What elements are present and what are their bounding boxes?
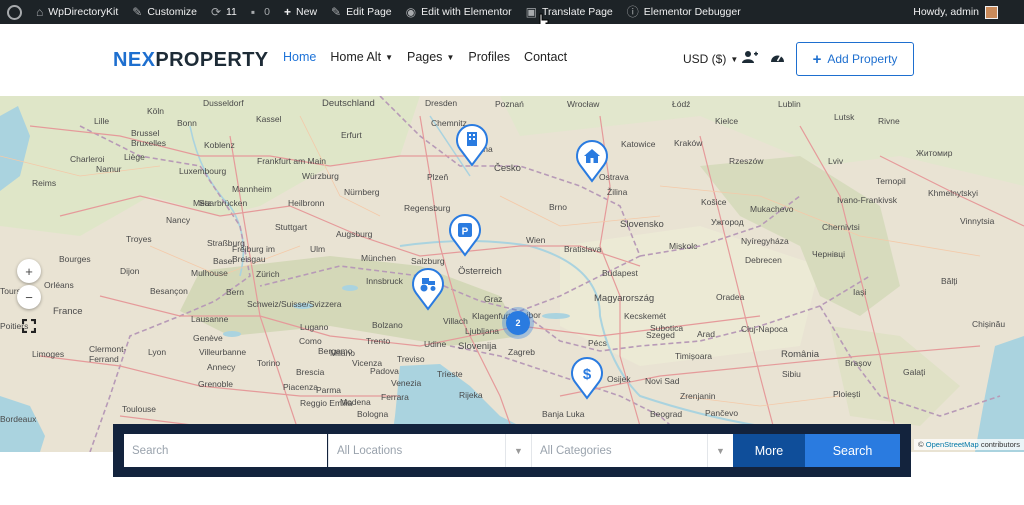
- dollar-icon: $: [583, 366, 592, 383]
- map-pin-building[interactable]: [455, 123, 489, 167]
- plus-icon: +: [812, 50, 822, 68]
- customize-link[interactable]: ✎ Customize: [125, 0, 204, 24]
- add-property-button[interactable]: + Add Property: [796, 42, 914, 76]
- more-filters-button[interactable]: More: [733, 434, 805, 467]
- map-tiles: [0, 96, 1024, 452]
- wp-admin-bar: ⌂ WpDirectoryKit ✎ Customize ⟳ 11 ▪ 0 + New ✎…: [0, 0, 1024, 24]
- search-label: Search: [832, 443, 873, 458]
- wp-logo-menu[interactable]: [0, 0, 29, 24]
- plus-icon: +: [284, 5, 292, 19]
- site-logo[interactable]: NEXPROPERTY: [113, 49, 269, 72]
- translate-page-label: Translate Page: [541, 6, 613, 18]
- home-icon: ⌂: [36, 5, 44, 19]
- chevron-down-icon: ▼: [385, 52, 393, 62]
- zoom-out-button[interactable]: −: [17, 285, 41, 309]
- svg-text:P: P: [462, 227, 469, 238]
- more-label: More: [754, 443, 784, 458]
- nav-item-label: Home: [283, 50, 317, 64]
- edit-page-link[interactable]: ✎ Edit Page: [324, 0, 399, 24]
- attribution-suffix: contributors: [980, 440, 1020, 449]
- fullscreen-button[interactable]: [17, 314, 41, 338]
- main-nav: Home Home Alt ▼ Pages ▼ Profiles Contact: [283, 50, 581, 64]
- search-input[interactable]: [132, 434, 327, 467]
- category-select-label: All Categories: [540, 444, 612, 457]
- nav-item-pages[interactable]: Pages ▼: [407, 50, 454, 64]
- nav-item-label: Profiles: [468, 50, 511, 64]
- chevron-down-icon: ▼: [505, 434, 531, 467]
- translate-page-link[interactable]: ▣ Translate Page: [519, 0, 620, 24]
- nav-item-label: Contact: [524, 50, 568, 64]
- pencil-icon: ✎: [331, 5, 342, 19]
- comments-count: 0: [264, 6, 271, 18]
- elementor-icon: ◉: [405, 5, 417, 19]
- new-label: New: [296, 6, 318, 18]
- my-account-menu[interactable]: Howdy, admin: [906, 0, 1024, 24]
- nav-item-home-alt[interactable]: Home Alt ▼: [330, 50, 393, 64]
- nav-item-contact[interactable]: Contact: [524, 50, 567, 64]
- property-map[interactable]: Dusseldorf Lille Brussel Bruxelles Luxem…: [0, 96, 1024, 452]
- map-pin-tractor[interactable]: [411, 267, 445, 311]
- building-icon: [467, 132, 477, 146]
- location-select-label: All Locations: [337, 444, 403, 457]
- search-button[interactable]: Search: [805, 434, 900, 467]
- updates-count: 11: [226, 6, 237, 18]
- marker-cluster[interactable]: 2: [506, 311, 530, 335]
- openstreetmap-link[interactable]: OpenStreetMap: [926, 440, 979, 449]
- logo-accent: NEX: [113, 49, 156, 71]
- elementor-debugger-link[interactable]: ⓘ Elementor Debugger: [620, 0, 748, 24]
- edit-page-label: Edit Page: [346, 6, 392, 18]
- location-select[interactable]: All Locations ▼: [328, 434, 531, 467]
- dashboard-gauge-icon[interactable]: [770, 50, 785, 67]
- zoom-in-label: +: [25, 263, 33, 279]
- logo-text: PROPERTY: [155, 49, 269, 71]
- new-content-menu[interactable]: + New: [277, 0, 324, 24]
- zoom-in-button[interactable]: +: [17, 259, 41, 283]
- comments-link[interactable]: ▪ 0: [244, 0, 277, 24]
- site-header: NEXPROPERTY Home Home Alt ▼ Pages ▼ Profil…: [0, 24, 1024, 96]
- map-attribution: © OpenStreetMap contributors: [914, 439, 1024, 450]
- chevron-down-icon: ▼: [730, 54, 739, 64]
- edit-elementor-label: Edit with Elementor: [421, 6, 512, 18]
- map-pin-dollar[interactable]: $: [570, 356, 604, 400]
- add-user-icon[interactable]: [742, 50, 758, 67]
- search-keyword-field[interactable]: [124, 434, 327, 467]
- attribution-prefix: ©: [918, 440, 924, 449]
- map-pin-house[interactable]: [575, 139, 609, 183]
- info-icon: ⓘ: [626, 5, 639, 19]
- howdy-label: Howdy, admin: [913, 6, 979, 18]
- nav-item-label: Home Alt: [330, 50, 382, 64]
- cluster-count: 2: [515, 318, 521, 328]
- zoom-out-label: −: [25, 289, 33, 305]
- site-name-label: WpDirectoryKit: [48, 6, 119, 18]
- edit-with-elementor-link[interactable]: ◉ Edit with Elementor: [399, 0, 519, 24]
- brush-icon: ✎: [132, 5, 143, 19]
- comment-icon: ▪: [250, 5, 256, 19]
- chevron-down-icon: ▼: [446, 52, 455, 62]
- updates-link[interactable]: ⟳ 11: [204, 0, 244, 24]
- wordpress-icon: [7, 4, 22, 20]
- fullscreen-icon: [22, 319, 36, 333]
- nav-item-home[interactable]: Home: [283, 50, 316, 64]
- map-pin-parking[interactable]: P: [448, 213, 482, 257]
- add-property-label: Add Property: [827, 52, 898, 66]
- elementor-debugger-label: Elementor Debugger: [643, 6, 741, 18]
- avatar: [985, 5, 998, 19]
- search-panel: All Locations ▼ All Categories ▼ More Se…: [113, 424, 911, 477]
- nav-item-profiles[interactable]: Profiles: [468, 50, 510, 64]
- chevron-down-icon: ▼: [707, 434, 733, 467]
- nav-item-label: Pages: [406, 50, 443, 64]
- currency-selector[interactable]: USD ($) ▼: [683, 52, 738, 66]
- site-name-menu[interactable]: ⌂ WpDirectoryKit: [29, 0, 125, 24]
- currency-label: USD ($): [683, 52, 727, 66]
- customize-label: Customize: [147, 6, 197, 18]
- refresh-icon: ⟳: [210, 5, 221, 19]
- category-select[interactable]: All Categories ▼: [531, 434, 733, 467]
